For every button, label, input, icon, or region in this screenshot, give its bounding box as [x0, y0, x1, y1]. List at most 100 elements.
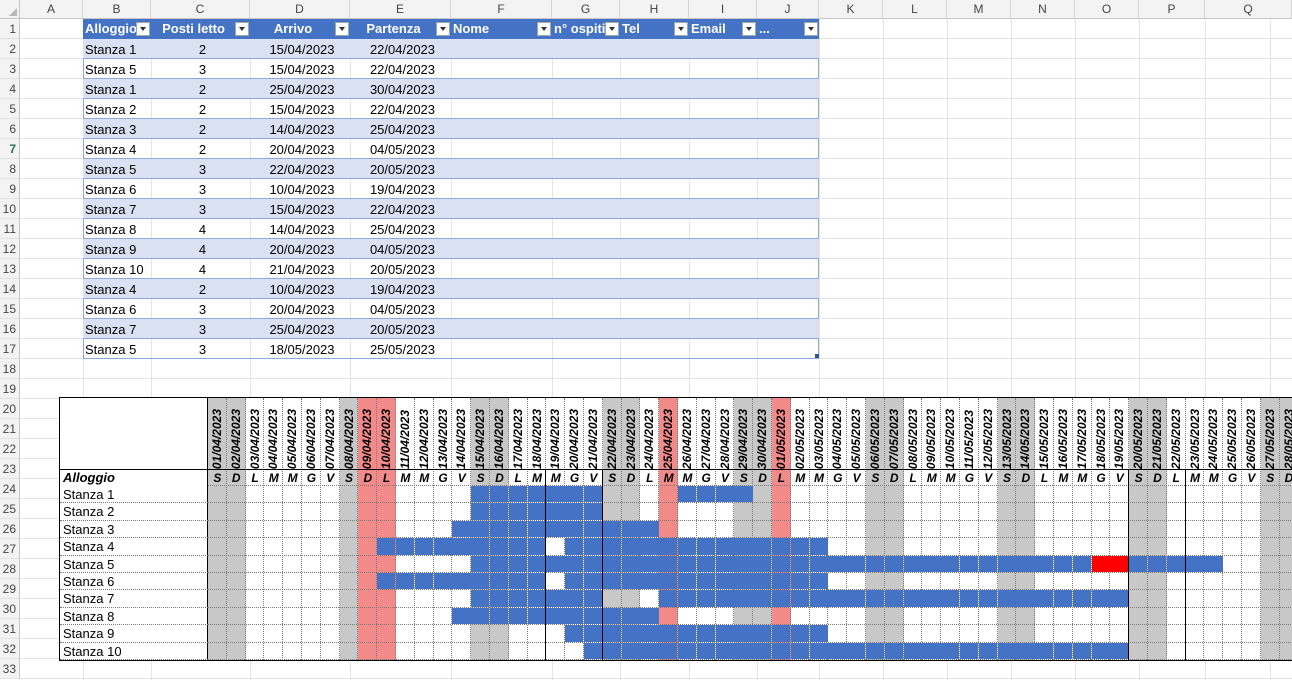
booking-cell[interactable] [1129, 555, 1148, 572]
booking-cell[interactable] [790, 538, 810, 555]
table-cell[interactable]: 20/04/2023 [252, 239, 352, 258]
booking-cell[interactable] [602, 607, 622, 625]
row-header[interactable]: 1 [0, 19, 20, 39]
booking-cell[interactable] [640, 538, 659, 555]
booking-cell[interactable] [678, 486, 697, 503]
booking-cell[interactable] [584, 590, 603, 607]
booking-cell[interactable] [715, 555, 734, 572]
table-cell[interactable]: Stanza 7 [85, 199, 153, 218]
column-header[interactable]: F [451, 0, 552, 19]
row-header[interactable]: 20 [0, 399, 20, 419]
row-header[interactable]: 7 [0, 139, 20, 159]
row-header[interactable]: 9 [0, 179, 20, 199]
table-cell[interactable]: 2 [153, 79, 252, 98]
booking-cell[interactable] [584, 503, 603, 520]
booking-cell[interactable] [753, 642, 772, 659]
booking-cell[interactable] [809, 573, 828, 590]
booking-cell[interactable] [1091, 642, 1110, 659]
booking-cell[interactable] [1016, 642, 1035, 659]
booking-cell[interactable] [847, 555, 866, 572]
table-cell[interactable]: 2 [153, 279, 252, 298]
booking-cell[interactable] [621, 607, 640, 625]
table-cell[interactable]: 2 [153, 139, 252, 158]
row-header[interactable]: 22 [0, 439, 20, 459]
row-header[interactable]: 13 [0, 259, 20, 279]
booking-cell[interactable] [809, 555, 828, 572]
table-cell[interactable]: 10/04/2023 [252, 279, 352, 298]
table-cell[interactable]: Stanza 6 [85, 299, 153, 318]
table-cell[interactable]: 25/04/2023 [352, 119, 453, 138]
booking-cell[interactable] [1204, 555, 1223, 572]
booking-cell[interactable] [433, 573, 452, 590]
column-header[interactable]: M [947, 0, 1011, 19]
booking-cell[interactable] [659, 538, 678, 555]
table-row[interactable]: Stanza 4 2 10/04/2023 19/04/2023 [83, 279, 819, 299]
booking-cell[interactable] [884, 642, 904, 659]
booking-cell[interactable] [903, 590, 922, 607]
filter-dropdown-icon[interactable] [335, 22, 349, 36]
booking-cell[interactable] [452, 538, 471, 555]
booking-cell[interactable] [753, 538, 772, 555]
booking-cell[interactable] [828, 590, 847, 607]
booking-cell[interactable] [678, 573, 697, 590]
booking-cell[interactable] [621, 520, 640, 538]
row-header[interactable]: 14 [0, 279, 20, 299]
booking-cell[interactable] [828, 555, 847, 572]
booking-cell[interactable] [1110, 590, 1129, 607]
booking-cell[interactable] [452, 607, 471, 625]
table-cell[interactable]: 21/04/2023 [252, 259, 352, 278]
table-cell[interactable]: 3 [153, 179, 252, 198]
booking-cell[interactable] [715, 538, 734, 555]
booking-cell[interactable] [377, 573, 396, 590]
table-cell[interactable]: 18/05/2023 [252, 339, 352, 358]
booking-cell[interactable] [960, 590, 979, 607]
booking-cell[interactable] [1072, 590, 1092, 607]
column-header[interactable]: J [757, 0, 819, 19]
booking-cell[interactable] [565, 625, 584, 642]
filter-dropdown-icon[interactable] [742, 22, 756, 36]
booking-cell[interactable] [997, 555, 1016, 572]
row-header[interactable]: 17 [0, 339, 20, 359]
table-cell[interactable]: 3 [153, 339, 252, 358]
booking-cell[interactable] [922, 642, 941, 659]
column-header[interactable]: N [1011, 0, 1075, 19]
booking-cell[interactable] [734, 573, 753, 590]
booking-cell[interactable] [678, 590, 697, 607]
row-header[interactable]: 18 [0, 359, 20, 379]
table-resize-handle[interactable] [815, 354, 819, 358]
booking-cell[interactable] [790, 555, 810, 572]
row-header[interactable]: 8 [0, 159, 20, 179]
booking-cell[interactable] [978, 642, 998, 659]
booking-cell[interactable] [772, 590, 791, 607]
select-all-corner[interactable] [0, 0, 20, 19]
row-header[interactable]: 10 [0, 199, 20, 219]
row-header[interactable]: 23 [0, 459, 20, 479]
booking-cell[interactable] [602, 555, 622, 572]
booking-cell[interactable] [527, 503, 546, 520]
booking-cell[interactable] [508, 503, 528, 520]
booking-cell[interactable] [640, 555, 659, 572]
booking-cell[interactable] [490, 555, 509, 572]
row-header[interactable]: 4 [0, 79, 20, 99]
booking-overlap-cell[interactable] [1091, 555, 1110, 572]
booking-cell[interactable] [527, 538, 546, 555]
row-header[interactable]: 30 [0, 599, 20, 619]
booking-cell[interactable] [452, 520, 471, 538]
booking-cell[interactable] [471, 520, 490, 538]
booking-cell[interactable] [584, 625, 603, 642]
booking-cell[interactable] [753, 555, 772, 572]
booking-cell[interactable] [565, 573, 584, 590]
booking-cell[interactable] [1035, 590, 1054, 607]
booking-cell[interactable] [584, 538, 603, 555]
table-cell[interactable]: Stanza 1 [85, 39, 153, 58]
booking-cell[interactable] [546, 555, 565, 572]
table-cell[interactable]: Stanza 4 [85, 139, 153, 158]
booking-cell[interactable] [471, 607, 490, 625]
table-cell[interactable]: Stanza 7 [85, 319, 153, 338]
booking-cell[interactable] [565, 486, 584, 503]
booking-cell[interactable] [1110, 642, 1129, 659]
table-cell[interactable]: 04/05/2023 [352, 299, 453, 318]
booking-cell[interactable] [396, 538, 415, 555]
booking-cell[interactable] [602, 538, 622, 555]
table-cell[interactable]: 25/05/2023 [352, 339, 453, 358]
